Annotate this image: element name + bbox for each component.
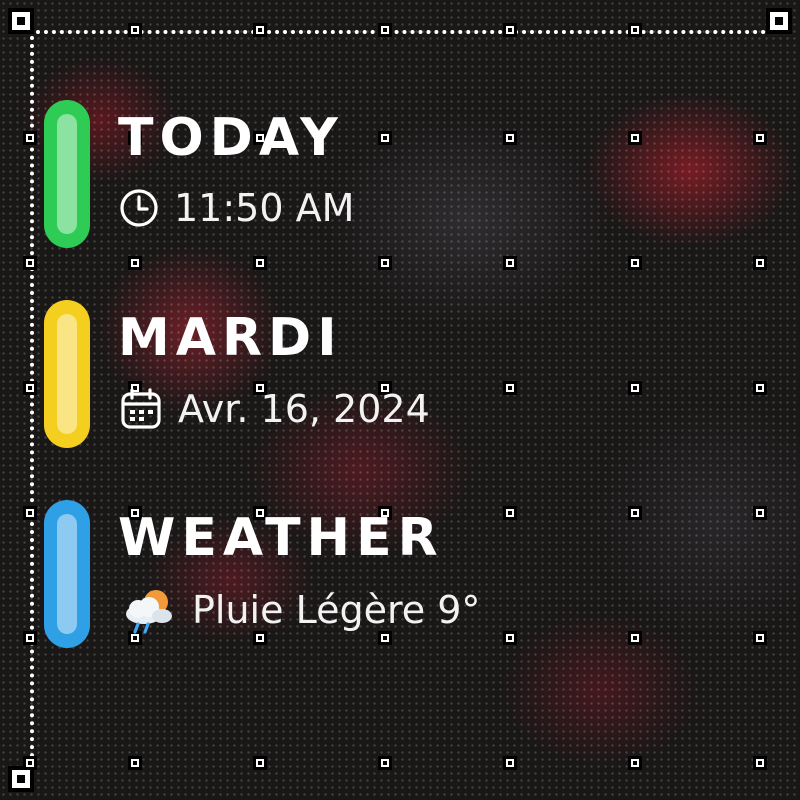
corner-marker-top-right xyxy=(766,8,792,34)
alignment-marker xyxy=(628,381,642,395)
alignment-marker xyxy=(378,256,392,270)
calendar-icon xyxy=(118,386,164,432)
weather-row: Pluie Légère 9° xyxy=(118,586,480,634)
alignment-marker xyxy=(753,756,767,770)
alignment-marker xyxy=(503,756,517,770)
today-accent-bar xyxy=(44,100,90,248)
alignment-marker xyxy=(628,506,642,520)
alignment-marker xyxy=(253,256,267,270)
alignment-marker xyxy=(628,23,642,37)
date-accent-bar xyxy=(44,300,90,448)
weather-title: WEATHER xyxy=(118,508,444,568)
alignment-marker xyxy=(378,23,392,37)
alignment-marker xyxy=(23,131,37,145)
alignment-marker xyxy=(23,756,37,770)
alignment-marker xyxy=(128,23,142,37)
alignment-marker xyxy=(753,131,767,145)
alignment-marker xyxy=(378,131,392,145)
date-row: Avr. 16, 2024 xyxy=(118,386,430,432)
alignment-marker xyxy=(23,381,37,395)
today-time-row: 11:50 AM xyxy=(118,186,354,230)
weather-accent-bar xyxy=(44,500,90,648)
clock-icon xyxy=(118,187,160,229)
alignment-marker xyxy=(503,256,517,270)
alignment-marker xyxy=(753,381,767,395)
today-time-value: 11:50 AM xyxy=(174,186,355,230)
alignment-marker xyxy=(753,256,767,270)
alignment-marker xyxy=(628,256,642,270)
alignment-marker xyxy=(503,131,517,145)
rain-cloud-sun-icon xyxy=(118,586,178,634)
alignment-marker xyxy=(753,506,767,520)
dotted-border-left xyxy=(30,36,34,766)
weather-value: Pluie Légère 9° xyxy=(192,588,481,632)
dotted-border-top xyxy=(36,30,766,34)
alignment-marker xyxy=(628,131,642,145)
widget-screen: TODAY 11:50 AM MARDI Avr. 16, 2024 WEATH… xyxy=(0,0,800,800)
date-title: MARDI xyxy=(118,308,343,368)
alignment-marker xyxy=(503,23,517,37)
alignment-marker xyxy=(253,23,267,37)
alignment-marker xyxy=(23,256,37,270)
alignment-marker xyxy=(253,756,267,770)
alignment-marker xyxy=(23,506,37,520)
alignment-marker xyxy=(753,631,767,645)
alignment-marker xyxy=(628,631,642,645)
date-value: Avr. 16, 2024 xyxy=(178,387,430,431)
today-title: TODAY xyxy=(118,108,344,168)
alignment-marker xyxy=(503,381,517,395)
alignment-marker xyxy=(128,756,142,770)
alignment-marker xyxy=(378,756,392,770)
alignment-marker xyxy=(503,631,517,645)
alignment-marker xyxy=(128,256,142,270)
alignment-marker xyxy=(503,506,517,520)
corner-marker-top-left xyxy=(8,8,34,34)
alignment-marker xyxy=(23,631,37,645)
alignment-marker xyxy=(628,756,642,770)
